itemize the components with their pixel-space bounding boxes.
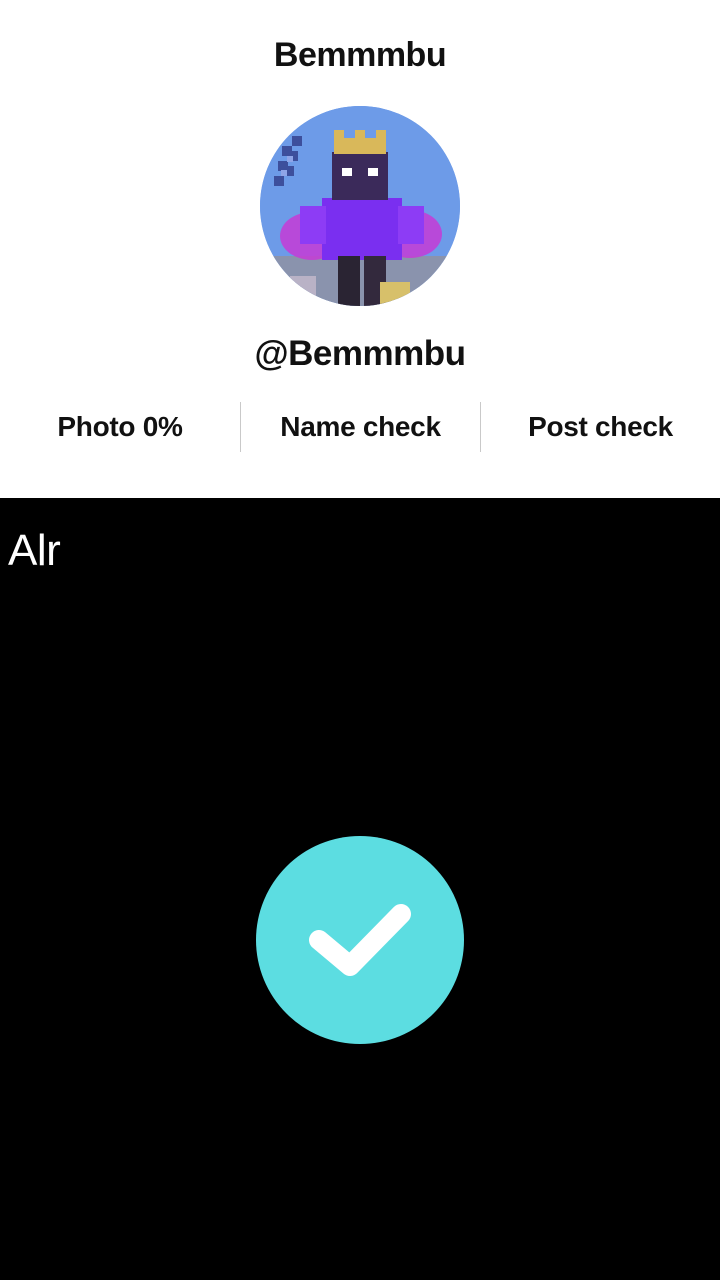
profile-stats-row: Photo 0% Name check Post check [0,402,720,452]
profile-handle: @Bemmmbu [254,334,467,373]
minecraft-character-avatar-icon [260,106,460,306]
stat-name-check[interactable]: Name check [240,402,480,452]
profile-card: Bemmmbu @Bemmmbu Photo 0% Name check Pos… [0,0,720,498]
verified-check-badge [256,836,464,1044]
profile-display-name: Bemmmbu [273,36,447,74]
video-caption: Alr [8,526,61,575]
stat-photo[interactable]: Photo 0% [0,402,240,452]
checkmark-icon [309,904,411,976]
stat-post-check[interactable]: Post check [480,402,720,452]
video-panel[interactable]: Alr [0,498,720,1280]
profile-avatar[interactable] [260,106,460,306]
